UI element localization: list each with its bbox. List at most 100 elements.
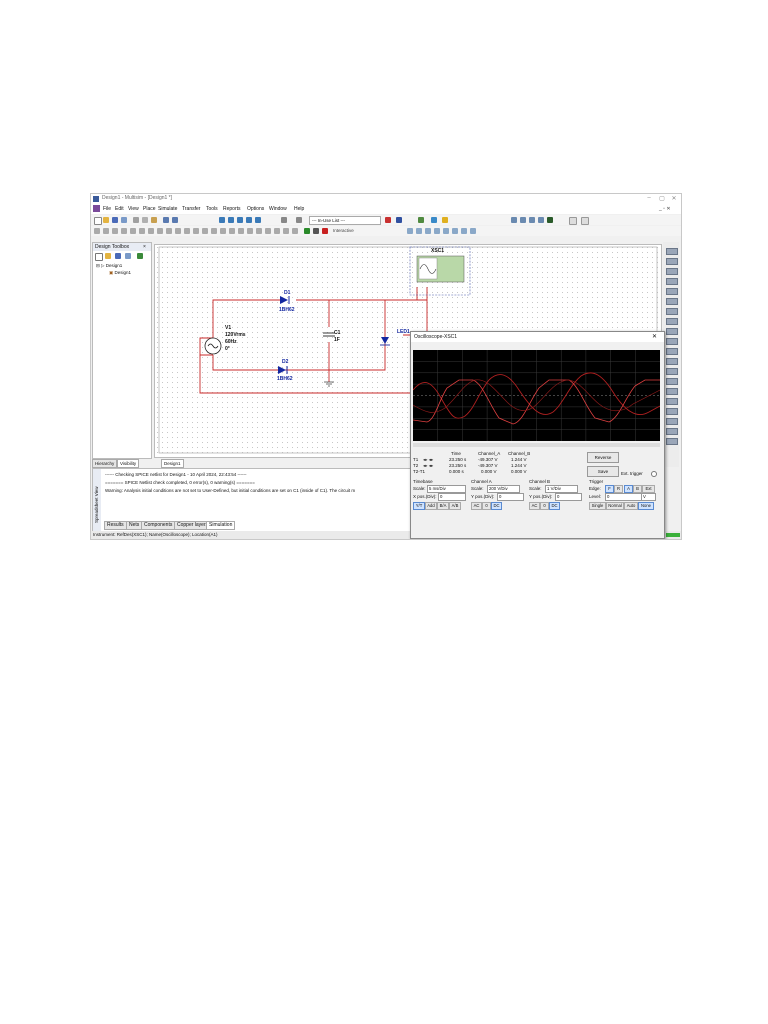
graphic-icon[interactable]: [292, 228, 298, 234]
misc-digital-icon[interactable]: [175, 228, 181, 234]
source-b-button[interactable]: B: [633, 485, 642, 493]
hierarchical-block-icon[interactable]: [256, 228, 262, 234]
channel-a-ac-button[interactable]: AC: [471, 502, 482, 510]
oscilloscope-window[interactable]: Oscilloscope-XSC1 ✕ Time Channel_A Chann…: [410, 331, 665, 539]
spreadsheet-icon[interactable]: [228, 217, 234, 223]
bus-icon[interactable]: [265, 228, 271, 234]
instrument-logic-converter-icon[interactable]: [666, 328, 678, 335]
layout-icon[interactable]: [569, 217, 577, 225]
function-generator-icon[interactable]: [416, 228, 422, 234]
menu-edit[interactable]: Edit: [115, 206, 124, 212]
open-icon[interactable]: [103, 217, 109, 223]
postprocessor-icon[interactable]: [255, 217, 261, 223]
transfer-icon[interactable]: [396, 217, 402, 223]
mode-ab-button[interactable]: A/B: [449, 502, 461, 510]
layout-alt-icon[interactable]: [581, 217, 589, 225]
interactive-label[interactable]: Interactive: [333, 228, 354, 233]
close-button[interactable]: ✕: [669, 195, 679, 202]
minimize-button[interactable]: –: [644, 195, 654, 201]
tab-design1[interactable]: Design1: [161, 459, 184, 468]
place-bus-icon[interactable]: [296, 217, 302, 223]
ni-components-icon[interactable]: [238, 228, 244, 234]
instrument-multimeter-icon[interactable]: [666, 248, 678, 255]
tab-hierarchy[interactable]: Hierarchy: [92, 459, 118, 468]
new-design-icon[interactable]: [95, 253, 103, 261]
close-icon[interactable]: ×: [143, 244, 146, 250]
mcu-icon[interactable]: [157, 228, 163, 234]
place-probe-icon[interactable]: [281, 217, 287, 223]
electromechanical-icon[interactable]: [229, 228, 235, 234]
tab-visibility[interactable]: Visibility: [117, 459, 140, 468]
indicator-icon[interactable]: [193, 228, 199, 234]
mdi-controls[interactable]: _ ▫ ✕: [659, 206, 671, 212]
instrument-network-analyzer-icon[interactable]: [666, 378, 678, 385]
oscilloscope-icon[interactable]: [434, 228, 440, 234]
channel-b-scale-input[interactable]: 1 V/Div: [545, 485, 578, 493]
channel-a-dc-button[interactable]: DC: [491, 502, 502, 510]
save-button[interactable]: Save: [587, 466, 619, 477]
channel-a-pos-input[interactable]: 0: [497, 493, 524, 501]
instrument-agilent-oscilloscope-icon[interactable]: [666, 408, 678, 415]
misc-icon[interactable]: [211, 228, 217, 234]
in-use-list-select[interactable]: --- In-Use List ---: [309, 216, 381, 225]
source-icon[interactable]: [94, 228, 100, 234]
cmos-icon[interactable]: [148, 228, 154, 234]
menu-file[interactable]: File: [103, 206, 111, 212]
run-icon[interactable]: [304, 228, 310, 234]
trigger-none-button[interactable]: None: [638, 502, 654, 510]
counter-icon[interactable]: [452, 228, 458, 234]
diode-icon[interactable]: [112, 228, 118, 234]
menu-place[interactable]: Place: [143, 206, 156, 212]
instrument-agilent-multimeter-icon[interactable]: [666, 398, 678, 405]
rf-icon[interactable]: [220, 228, 226, 234]
channel-b-pos-input[interactable]: 0: [555, 493, 582, 501]
multimeter-icon[interactable]: [407, 228, 413, 234]
logic-analyzer-icon[interactable]: [470, 228, 476, 234]
full-screen-icon[interactable]: [547, 217, 553, 223]
paste-icon[interactable]: [151, 217, 157, 223]
channel-b-ac-button[interactable]: AC: [529, 502, 540, 510]
instrument-wattmeter-icon[interactable]: [666, 268, 678, 275]
zoom-in-icon[interactable]: [511, 217, 517, 223]
instrument-function-generator-icon[interactable]: [666, 258, 678, 265]
close-design-icon[interactable]: [125, 253, 131, 259]
instrument-spectrum-analyzer-icon[interactable]: [666, 368, 678, 375]
mixed-icon[interactable]: [184, 228, 190, 234]
tab-results[interactable]: Results: [104, 521, 127, 530]
wattmeter-icon[interactable]: [425, 228, 431, 234]
zoom-out-icon[interactable]: [520, 217, 526, 223]
analog-icon[interactable]: [130, 228, 136, 234]
grapher-icon[interactable]: [219, 217, 225, 223]
mode-yt-button[interactable]: Y/T: [413, 502, 425, 510]
close-icon[interactable]: ✕: [652, 332, 657, 342]
trigger-normal-button[interactable]: Normal: [606, 502, 624, 510]
tab-components[interactable]: Components: [141, 521, 176, 530]
menu-help[interactable]: Help: [294, 206, 304, 212]
channel-b-zero-button[interactable]: 0: [540, 502, 549, 510]
instrument-frequency-counter-icon[interactable]: [666, 308, 678, 315]
zoom-area-icon[interactable]: [529, 217, 535, 223]
transistor-icon[interactable]: [121, 228, 127, 234]
pause-icon[interactable]: [313, 228, 319, 234]
save-icon[interactable]: [112, 217, 118, 223]
zoom-sheet-icon[interactable]: [538, 217, 544, 223]
print-icon[interactable]: [121, 217, 127, 223]
back-annotate-icon[interactable]: [418, 217, 424, 223]
database-icon[interactable]: [237, 217, 243, 223]
help-icon[interactable]: [442, 217, 448, 223]
menu-options[interactable]: Options: [247, 206, 264, 212]
source-ext-button[interactable]: Ext: [642, 485, 655, 493]
open-design-icon[interactable]: [105, 253, 111, 259]
instrument-labview-icon[interactable]: [666, 428, 678, 435]
tab-simulation[interactable]: Simulation: [206, 521, 236, 530]
trigger-level-unit[interactable]: V: [641, 493, 656, 501]
tab-nets[interactable]: Nets: [126, 521, 143, 530]
instrument-current-probe-icon[interactable]: [666, 438, 678, 445]
source-a-button[interactable]: A: [624, 485, 633, 493]
menu-transfer[interactable]: Transfer: [182, 206, 200, 212]
edge-falling-button[interactable]: F: [605, 485, 614, 493]
mode-ba-button[interactable]: B/A: [437, 502, 449, 510]
trigger-single-button[interactable]: Single: [589, 502, 606, 510]
wire-icon[interactable]: [283, 228, 289, 234]
connector-icon[interactable]: [247, 228, 253, 234]
